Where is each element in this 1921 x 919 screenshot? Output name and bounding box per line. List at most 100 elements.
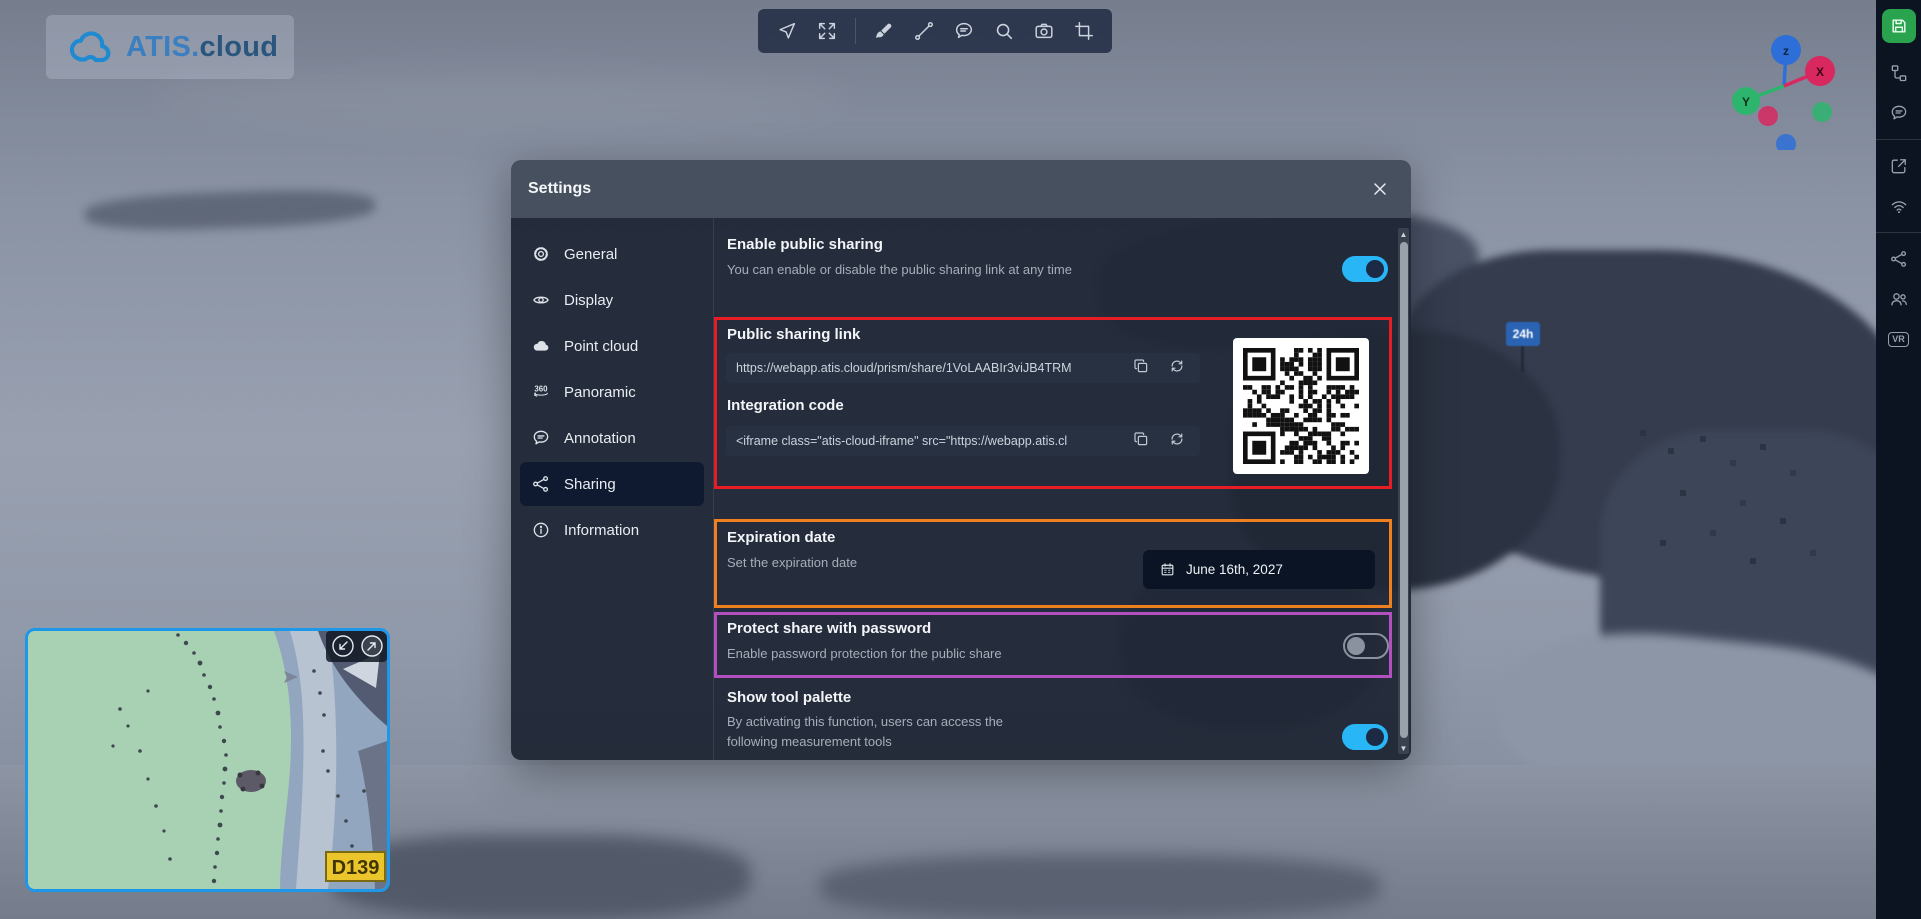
axis-neg-y-handle[interactable] [1812,102,1832,122]
measure-tool-button[interactable] [912,19,936,43]
screenshot-button[interactable] [1032,19,1056,43]
share-icon [531,474,551,494]
toggle-knob [1366,728,1384,746]
fullscreen-button[interactable] [815,19,839,43]
nav-item-information[interactable]: Information [520,508,704,552]
scene-road-shadow [330,835,750,919]
scroll-down-arrow[interactable]: ▼ [1398,742,1409,754]
expiration-date-title: Expiration date [727,529,835,546]
settings-modal: Settings General Display Point cloud Pan… [511,160,1411,760]
comment-icon [1889,103,1909,123]
svg-text:Y: Y [1742,95,1750,109]
share-button[interactable] [1887,247,1911,271]
expiration-highlight-box: Expiration date Set the expiration date … [714,519,1392,608]
refresh-icon [1168,430,1186,448]
refresh-icon [1168,357,1186,375]
settings-modal-body: General Display Point cloud Panoramic An… [511,218,1411,760]
integration-code-title: Integration code [727,397,844,414]
sidebar-separator [1876,232,1921,233]
minimap-road-label: D139 [326,852,385,881]
sharing-link-highlight-box: Public sharing link https://webapp.atis.… [714,317,1392,489]
expiration-date-description: Set the expiration date [727,555,857,570]
password-protect-toggle[interactable] [1343,633,1389,659]
eye-icon [531,290,551,310]
content-scrollbar[interactable]: ▲ ▼ [1398,228,1409,754]
scene-terrain-fragment [84,187,375,233]
password-protect-title: Protect share with password [727,620,931,637]
scroll-up-arrow[interactable]: ▲ [1398,228,1409,240]
tool-palette-toggle[interactable] [1342,724,1388,750]
axis-gizmo[interactable]: z Y X [1722,20,1846,150]
scrollbar-thumb[interactable] [1400,242,1408,738]
brush-tool-button[interactable] [872,19,896,43]
settings-nav: General Display Point cloud Panoramic An… [511,218,713,760]
annotation-tool-button[interactable] [952,19,976,43]
crop-icon [1073,20,1095,42]
enable-public-sharing-title: Enable public sharing [727,236,883,253]
expiration-date-picker[interactable]: June 16th, 2027 [1143,550,1375,589]
copy-icon [1132,357,1150,375]
fullscreen-icon [816,20,838,42]
search-button[interactable] [992,19,1016,43]
vr-mode-button[interactable]: VR [1887,327,1911,351]
crop-tool-button[interactable] [1072,19,1096,43]
axis-neg-z-handle[interactable] [1776,134,1796,150]
tool-palette-description: By activating this function, users can a… [727,712,1047,752]
layers-tree-icon [1889,63,1909,83]
toolbar-separator [855,18,856,44]
info-icon [531,520,551,540]
panoramic-360-icon [531,382,551,402]
calendar-icon [1159,561,1176,578]
nav-item-general[interactable]: General [520,232,704,276]
integration-code-field[interactable]: <iframe class="atis-cloud-iframe" src="h… [726,426,1200,456]
nav-item-display[interactable]: Display [520,278,704,322]
nav-item-point-cloud[interactable]: Point cloud [520,324,704,368]
close-icon [1370,179,1390,199]
connection-button[interactable] [1887,194,1911,218]
external-link-button[interactable] [1887,154,1911,178]
users-icon [1889,289,1909,309]
nav-label: Sharing [564,476,616,493]
axis-neg-x-handle[interactable] [1758,106,1778,126]
brush-icon [873,20,895,42]
users-button[interactable] [1887,287,1911,311]
regenerate-code-button[interactable] [1168,430,1190,452]
save-button[interactable] [1882,9,1916,43]
svg-text:X: X [1816,65,1824,79]
copy-code-button[interactable] [1132,430,1154,452]
minimap-vehicle-cluster [236,770,266,792]
navigate-cursor-icon [776,20,798,42]
nav-label: General [564,246,617,263]
nav-label: Annotation [564,430,636,447]
nav-item-panoramic[interactable]: Panoramic [520,370,704,414]
layers-tree-button[interactable] [1887,61,1911,85]
comment-icon [953,20,975,42]
gear-icon [531,244,551,264]
camera-icon [1033,20,1055,42]
app-logo-text: ATIS.cloud [126,31,278,64]
sharing-settings-content: Enable public sharing You can enable or … [713,218,1411,760]
share-icon [1889,249,1909,269]
navigate-tool-button[interactable] [775,19,799,43]
nav-label: Panoramic [564,384,636,401]
scene-road-sign: 24h [1506,322,1540,346]
enable-public-sharing-description: You can enable or disable the public sha… [727,260,1077,280]
modal-close-button[interactable] [1366,175,1394,203]
cloud-icon [531,336,551,356]
enable-public-sharing-toggle[interactable] [1342,256,1388,282]
scene-cloud-streak [150,70,850,130]
nav-item-sharing[interactable]: Sharing [520,462,704,506]
search-icon [993,20,1015,42]
regenerate-link-button[interactable] [1168,357,1190,379]
minimap[interactable]: D139 [25,628,390,892]
copy-link-button[interactable] [1132,357,1154,379]
nav-item-annotation[interactable]: Annotation [520,416,704,460]
svg-text:z: z [1783,44,1789,58]
viewer-toolbar [758,9,1112,53]
qr-code-image [1243,348,1359,464]
comments-panel-button[interactable] [1887,101,1911,125]
public-sharing-link-field[interactable]: https://webapp.atis.cloud/prism/share/1V… [726,353,1200,383]
integration-code-value: <iframe class="atis-cloud-iframe" src="h… [736,434,1067,448]
svg-text:D139: D139 [332,857,380,879]
minimap-expand-button[interactable] [362,636,382,656]
